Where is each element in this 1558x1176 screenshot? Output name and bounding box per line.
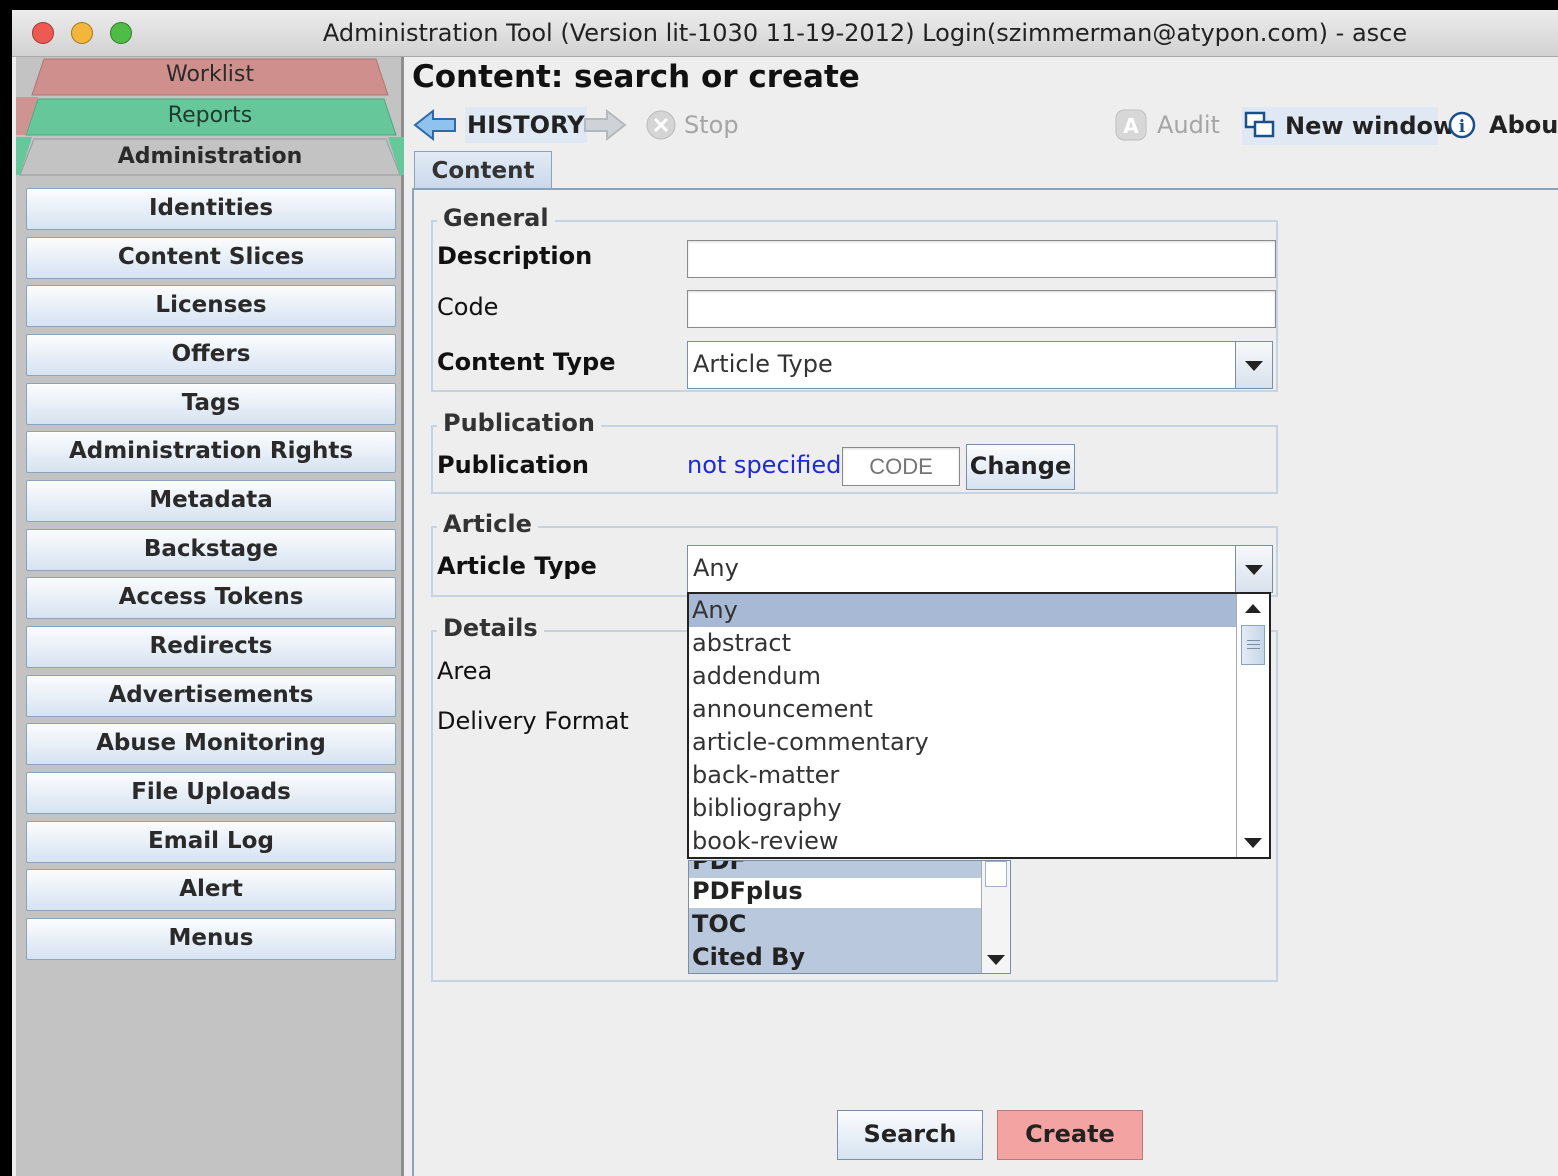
sidebar-item-offers[interactable]: Offers [26, 334, 396, 376]
history-button[interactable]: HISTORY [465, 107, 587, 143]
change-publication-button[interactable]: Change [966, 444, 1075, 490]
scrollbar-thumb[interactable] [985, 861, 1007, 887]
sidebar-item-backstage[interactable]: Backstage [26, 529, 396, 571]
article-type-value: Any [693, 554, 739, 582]
sidebar-item-redirects[interactable]: Redirects [26, 626, 396, 668]
forward-arrow-icon[interactable] [581, 109, 627, 141]
tab-divider [412, 188, 1558, 190]
dropdown-option[interactable]: announcement [689, 693, 1240, 726]
stop-button[interactable]: Stop [684, 107, 739, 143]
scroll-down-icon[interactable] [1237, 827, 1268, 857]
tab-content[interactable]: Content [414, 151, 552, 190]
publication-code-input[interactable] [842, 447, 960, 486]
delivery-format-list[interactable]: PDF PDFplus TOC Cited By [688, 860, 1011, 974]
scroll-down-icon[interactable] [982, 945, 1010, 973]
content-type-value: Article Type [693, 350, 833, 378]
page-title: Content: search or create [412, 59, 860, 95]
new-window-label: New window [1285, 112, 1456, 140]
article-type-label: Article Type [437, 552, 597, 580]
area-label: Area [437, 657, 493, 685]
dropdown-option[interactable]: bibliography [689, 792, 1240, 825]
chevron-down-icon[interactable] [1235, 342, 1272, 388]
audit-button[interactable]: Audit [1157, 107, 1220, 143]
dropdown-scrollbar[interactable] [1236, 594, 1269, 857]
tab-reports[interactable]: Reports [16, 103, 404, 135]
new-window-icon [1244, 111, 1275, 138]
dropdown-option[interactable]: book-review [689, 825, 1240, 858]
delivery-format-label: Delivery Format [437, 707, 629, 735]
sidebar-item-file-uploads[interactable]: File Uploads [26, 772, 396, 814]
sidebar-item-abuse-monitoring[interactable]: Abuse Monitoring [26, 723, 396, 765]
sidebar-item-menus[interactable]: Menus [26, 918, 396, 960]
tab-worklist[interactable]: Worklist [16, 62, 404, 94]
details-legend: Details [437, 614, 544, 642]
description-input[interactable] [687, 240, 1276, 278]
article-type-dropdown[interactable]: Any abstract addendum announcement artic… [687, 592, 1271, 859]
article-type-select[interactable]: Any [687, 545, 1273, 593]
new-window-button[interactable]: New window [1242, 107, 1455, 145]
dropdown-option[interactable]: back-matter [689, 759, 1240, 792]
sidebar-item-administration-rights[interactable]: Administration Rights [26, 431, 396, 473]
publication-legend: Publication [437, 409, 602, 437]
back-arrow-icon[interactable] [413, 109, 459, 141]
create-button[interactable]: Create [997, 1110, 1143, 1160]
dropdown-option[interactable]: abstract [689, 627, 1240, 660]
code-input[interactable] [687, 290, 1276, 328]
stop-icon[interactable] [645, 109, 677, 141]
chevron-down-icon[interactable] [1235, 546, 1272, 592]
svg-text:A: A [1123, 114, 1139, 138]
sidebar-item-licenses[interactable]: Licenses [26, 285, 396, 327]
sidebar-item-tags[interactable]: Tags [26, 383, 396, 425]
window-titlebar: Administration Tool (Version lit-1030 11… [12, 10, 1558, 57]
dropdown-option[interactable]: Any [689, 594, 1240, 627]
sidebar: Worklist Reports Administration Identiti… [16, 57, 404, 1176]
sidebar-item-advertisements[interactable]: Advertisements [26, 675, 396, 717]
dropdown-option[interactable]: addendum [689, 660, 1240, 693]
sidebar-item-content-slices[interactable]: Content Slices [26, 237, 396, 279]
scroll-up-icon[interactable] [1237, 594, 1268, 624]
sidebar-item-identities[interactable]: Identities [26, 188, 396, 230]
svg-text:i: i [1459, 117, 1466, 137]
list-item[interactable]: Cited By [689, 941, 984, 973]
publication-label: Publication [437, 451, 590, 479]
scrollbar-thumb[interactable] [1241, 625, 1265, 665]
sidebar-item-metadata[interactable]: Metadata [26, 480, 396, 522]
dropdown-option[interactable]: article-commentary [689, 726, 1240, 759]
code-label: Code [437, 293, 499, 321]
publication-value-link[interactable]: not specified [687, 451, 841, 479]
window-title: Administration Tool (Version lit-1030 11… [322, 19, 1408, 47]
about-button[interactable]: About [1489, 107, 1558, 143]
search-button[interactable]: Search [837, 1110, 983, 1160]
sidebar-item-alert[interactable]: Alert [26, 869, 396, 911]
tab-panel-border [412, 188, 414, 1176]
sidebar-item-email-log[interactable]: Email Log [26, 821, 396, 863]
general-legend: General [437, 204, 555, 232]
info-icon[interactable]: i [1448, 111, 1478, 141]
list-item[interactable]: TOC [689, 908, 984, 941]
audit-icon[interactable]: A [1114, 108, 1148, 142]
list-item[interactable]: PDFplus [689, 875, 984, 908]
tab-administration[interactable]: Administration [16, 144, 404, 176]
delivery-format-scrollbar[interactable] [981, 861, 1010, 973]
content-type-select[interactable]: Article Type [687, 341, 1273, 389]
sidebar-item-access-tokens[interactable]: Access Tokens [26, 577, 396, 619]
description-label: Description [437, 242, 593, 270]
article-legend: Article [437, 510, 538, 538]
content-type-label: Content Type [437, 348, 616, 376]
